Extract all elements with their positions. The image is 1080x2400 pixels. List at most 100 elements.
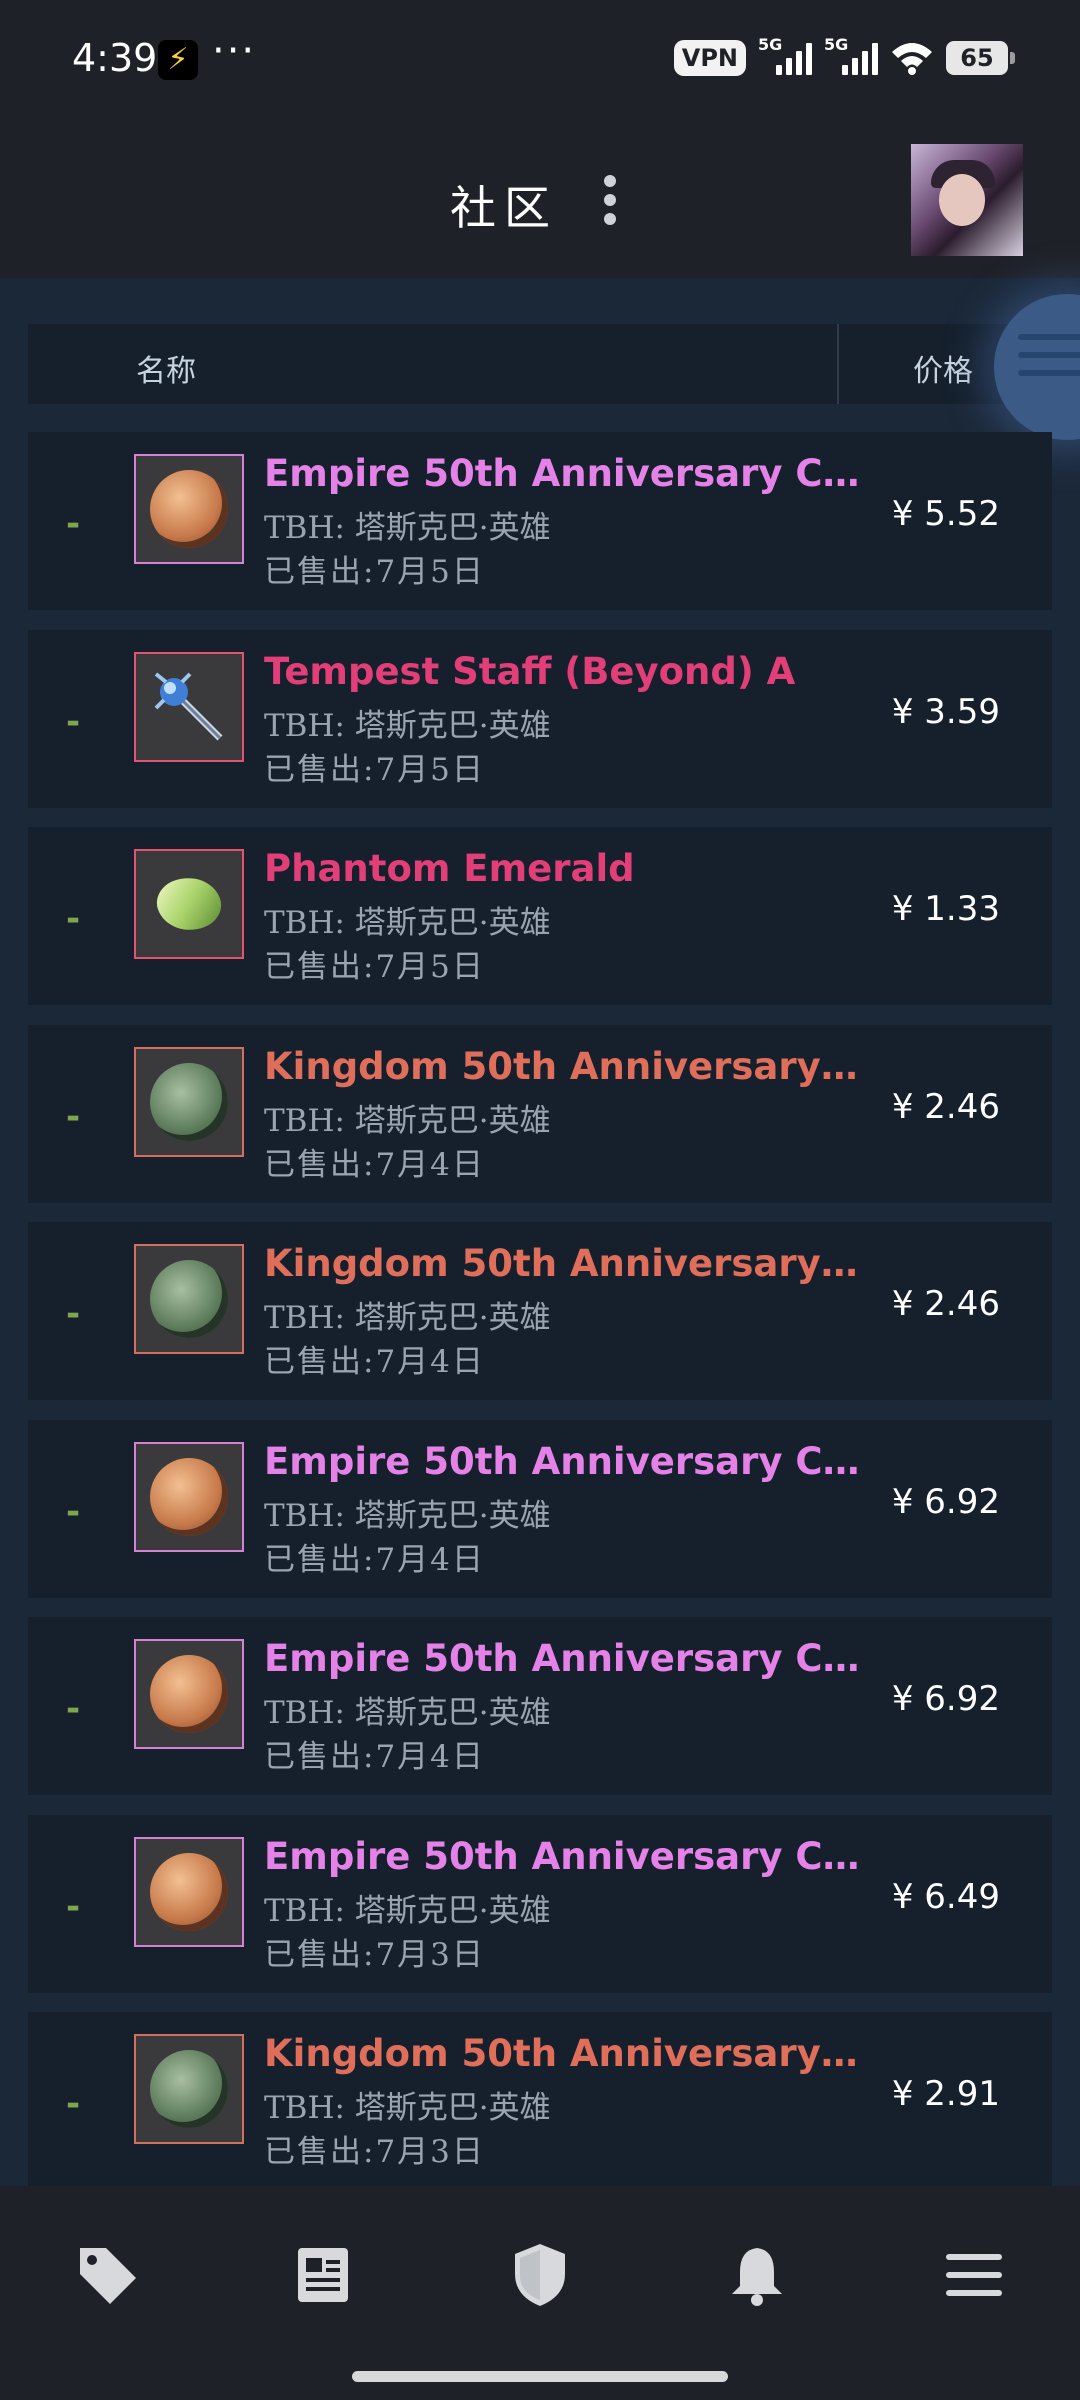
item-game: TBH: 塔斯克巴·英雄 [264, 1497, 551, 1534]
coin-icon [150, 1260, 228, 1338]
table-row[interactable]: - Empire 50th Anniversary Coin TBH: 塔斯克巴… [28, 1419, 1052, 1598]
item-name: Kingdom 50th Anniversary ... [264, 1242, 864, 1285]
coin-icon [150, 2050, 228, 2128]
screen: 4:39 ⚡ ··· VPN 5G 5G 65 社区 名称 价格 - Empir… [0, 0, 1080, 2400]
item-name: Empire 50th Anniversary Coin [264, 1637, 864, 1680]
row-status: - [66, 1689, 81, 1729]
column-header-price[interactable]: 价格 [913, 346, 973, 390]
column-header-name[interactable]: 名称 [136, 346, 196, 390]
row-status: - [66, 1491, 81, 1532]
coin-icon [150, 1852, 228, 1931]
item-game: TBH: 塔斯克巴·英雄 [264, 510, 551, 546]
network-type-label-2: 5G [824, 35, 849, 54]
table-row[interactable]: - Kingdom 50th Anniversary ... TBH: 塔斯克巴… [28, 1222, 1052, 1400]
item-price: ¥ 2.46 [891, 1086, 1000, 1127]
row-status: - [66, 1096, 81, 1137]
table-row[interactable]: - Phantom Emerald TBH: 塔斯克巴·英雄 已售出:7月5日 … [28, 827, 1052, 1005]
row-status: - [66, 1886, 81, 1927]
item-game: TBH: 塔斯克巴·英雄 [264, 707, 551, 744]
coin-icon [150, 470, 228, 548]
signal-icon-2: 5G [824, 35, 878, 75]
item-price: ¥ 3.59 [891, 691, 1000, 732]
table-row[interactable]: - Kingdom 50th Anniversary ... TBH: 塔斯克巴… [28, 1024, 1052, 1203]
item-game: TBH: 塔斯克巴·英雄 [264, 2090, 551, 2126]
table-row[interactable]: - Empire 50th Anniversary Coin TBH: 塔斯克巴… [28, 1814, 1052, 1993]
item-price: ¥ 6.92 [891, 1679, 1000, 1719]
item-price: ¥ 2.46 [891, 1284, 1000, 1324]
more-options-icon[interactable] [600, 175, 620, 225]
gesture-bar[interactable] [352, 2371, 728, 2382]
staff-icon [154, 671, 223, 740]
battery-indicator: 65 [946, 41, 1015, 75]
item-price: ¥ 1.33 [891, 889, 1000, 929]
item-price: ¥ 6.49 [891, 1876, 1000, 1917]
item-sold-date: 已售出:7月5日 [264, 751, 485, 788]
item-sold-date: 已售出:7月5日 [264, 949, 485, 985]
avatar[interactable] [911, 144, 1023, 256]
bottom-nav [0, 2186, 1080, 2400]
item-game: TBH: 塔斯克巴·英雄 [264, 905, 551, 941]
item-thumbnail [134, 2034, 244, 2144]
item-sold-date: 已售出:7月4日 [264, 1541, 485, 1578]
vpn-badge: VPN [673, 40, 746, 76]
table-row[interactable]: - Kingdom 50th Anniversary ... TBH: 塔斯克巴… [28, 2012, 1052, 2190]
lightning-app-icon: ⚡ [158, 40, 198, 80]
menu-icon[interactable] [938, 2240, 1008, 2310]
item-name: Tempest Staff (Beyond) A [264, 649, 796, 693]
item-thumbnail [134, 1244, 244, 1354]
status-time: 4:39 [72, 36, 158, 80]
table-row[interactable]: - Empire 50th Anniversary Coin TBH: 塔斯克巴… [28, 432, 1052, 610]
status-indicators: VPN 5G 5G 65 [673, 35, 1015, 80]
row-status: - [66, 701, 81, 742]
item-sold-date: 已售出:7月3日 [264, 2134, 485, 2170]
item-game: TBH: 塔斯克巴·英雄 [264, 1102, 551, 1139]
news-icon[interactable] [288, 2240, 358, 2310]
item-name: Kingdom 50th Anniversary ... [264, 2032, 864, 2075]
item-name: Empire 50th Anniversary Coin [264, 452, 864, 495]
tag-icon[interactable] [72, 2240, 142, 2310]
item-thumbnail [134, 454, 244, 564]
item-sold-date: 已售出:7月4日 [264, 1146, 485, 1183]
bell-icon[interactable] [722, 2240, 792, 2310]
network-type-label: 5G [758, 35, 783, 54]
item-sold-date: 已售出:7月4日 [264, 1739, 485, 1775]
coin-icon [150, 1457, 228, 1536]
wifi-icon [890, 40, 934, 76]
item-thumbnail [134, 1836, 244, 1947]
table-row[interactable]: - Empire 50th Anniversary Coin TBH: 塔斯克巴… [28, 1617, 1052, 1795]
item-price: ¥ 2.91 [891, 2074, 1000, 2114]
item-thumbnail [134, 651, 244, 762]
row-status: - [66, 2084, 81, 2124]
item-game: TBH: 塔斯克巴·英雄 [264, 1892, 551, 1929]
page-title: 社区 [450, 181, 558, 235]
status-bar: 4:39 ⚡ ··· VPN 5G 5G 65 [0, 0, 1080, 120]
item-thumbnail [134, 1046, 244, 1157]
row-status: - [66, 1294, 81, 1334]
item-thumbnail [134, 1441, 244, 1552]
item-game: TBH: 塔斯克巴·英雄 [264, 1300, 551, 1336]
row-status: - [66, 504, 81, 544]
column-divider [837, 324, 839, 404]
floating-menu-button[interactable] [994, 294, 1080, 440]
item-sold-date: 已售出:7月4日 [264, 1344, 485, 1380]
item-name: Kingdom 50th Anniversary ... [264, 1044, 864, 1088]
item-thumbnail [134, 849, 244, 959]
item-thumbnail [134, 1639, 244, 1749]
item-name: Empire 50th Anniversary Coin [264, 1834, 864, 1878]
item-name: Phantom Emerald [264, 847, 635, 890]
listing-list: - Empire 50th Anniversary Coin TBH: 塔斯克巴… [28, 432, 1052, 2210]
table-header: 名称 价格 [28, 324, 1052, 404]
app-header: 社区 [0, 120, 1080, 278]
more-notifications-icon: ··· [212, 28, 257, 74]
item-game: TBH: 塔斯克巴·英雄 [264, 1695, 551, 1731]
shield-icon[interactable] [505, 2240, 575, 2310]
table-row[interactable]: - Tempest Staff (Beyond) A TBH: 塔斯克巴·英雄 … [28, 629, 1052, 808]
item-price: ¥ 5.52 [891, 494, 1000, 534]
coin-icon [150, 1062, 228, 1141]
coin-icon [150, 1655, 228, 1733]
item-sold-date: 已售出:7月5日 [264, 554, 485, 590]
item-name: Empire 50th Anniversary Coin [264, 1439, 864, 1483]
emerald-icon [150, 868, 228, 940]
item-price: ¥ 6.92 [891, 1481, 1000, 1522]
item-sold-date: 已售出:7月3日 [264, 1936, 485, 1973]
